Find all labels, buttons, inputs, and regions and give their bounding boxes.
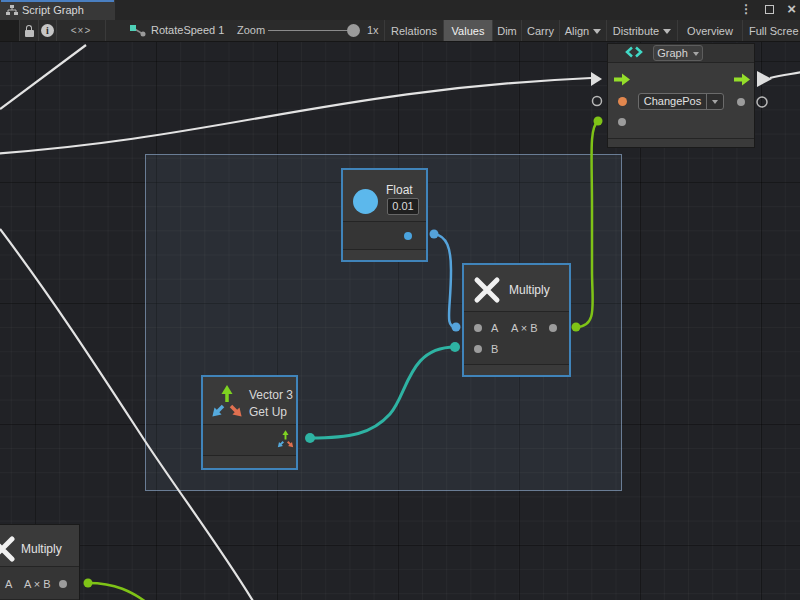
wire-cap [305, 433, 315, 443]
code-view-button[interactable]: <×> [57, 20, 106, 41]
toolbar-button-values[interactable]: Values [443, 20, 492, 41]
toolbar-button-align[interactable]: Align [559, 20, 606, 41]
toolbar-button-overview[interactable]: Overview [677, 20, 742, 41]
multiply-input-a-port[interactable] [474, 324, 482, 332]
wire-green-bottom[interactable] [88, 583, 146, 600]
vector3-output-port[interactable] [275, 429, 295, 449]
tab-active-indicator [1, 0, 114, 2]
float-icon [353, 189, 378, 214]
toolbar: i <×> RotateSpeed 1 Zoom 1x Relations Va… [0, 20, 800, 41]
wire-teal-vector3-to-multiply[interactable] [310, 347, 455, 438]
info-icon: i [41, 24, 54, 37]
node-title: Float [386, 183, 413, 197]
trigger-input-arrow[interactable] [591, 72, 602, 86]
multiply-icon [473, 276, 501, 304]
code-view-icon: <×> [71, 25, 92, 36]
node-multiply[interactable]: Multiply A A × B B [463, 264, 570, 376]
wire-blue-float-to-multiply[interactable] [434, 234, 456, 327]
zoom-value: 1x [367, 24, 379, 36]
info-button[interactable]: i [39, 20, 57, 41]
chevron-down-icon [693, 52, 699, 56]
wire-cap [594, 117, 603, 126]
zoom-slider-track[interactable] [268, 30, 352, 31]
value-output-ring[interactable] [757, 97, 767, 107]
value-input-ring[interactable] [593, 97, 602, 106]
node-multiply-partial[interactable]: Multiply A A × B [0, 524, 80, 600]
toolbar-corner [0, 20, 20, 41]
graph-canvas[interactable]: Float 0.01 Multiply A A × B B [0, 41, 800, 600]
wire-white-to-changepos[interactable] [0, 78, 591, 154]
more-options-icon[interactable]: ⋮ [740, 2, 752, 16]
close-icon[interactable]: × [787, 2, 796, 16]
wire-cap [450, 342, 460, 352]
port-label-b: B [491, 343, 498, 355]
vector3-icon [208, 382, 246, 422]
chevron-down-icon [663, 29, 671, 34]
node-title: Vector 3 [249, 388, 293, 402]
wire-cap [452, 323, 461, 332]
node-changepos-unit[interactable]: Graph ChangePos [607, 43, 755, 148]
toolbar-button-carry[interactable]: Carry [521, 20, 559, 41]
node-float[interactable]: Float 0.01 [342, 169, 427, 261]
flow-output-arrow-icon[interactable] [734, 73, 751, 86]
wire-green-multiply-to-changepos[interactable] [576, 121, 598, 327]
tab-script-graph[interactable]: Script Graph [0, 0, 115, 20]
multiply-output-port[interactable] [59, 580, 67, 588]
tab-title: Script Graph [22, 4, 84, 16]
window-controls: ⋮ × [740, 2, 796, 18]
zoom-slider-knob[interactable] [347, 24, 360, 37]
script-graph-window: Script Graph ⋮ × i <×> RotateSpeed 1 Zoo… [0, 0, 800, 600]
node-title: Multiply [21, 542, 62, 556]
wire-white-right-stub[interactable] [770, 72, 800, 78]
graph-code-icon [623, 46, 645, 58]
port-label-out: A × B [511, 322, 538, 334]
maximize-icon[interactable] [765, 5, 774, 14]
wire-white-topleft[interactable] [0, 45, 86, 109]
node-subtitle: Get Up [249, 405, 287, 419]
script-machine-icon [130, 25, 146, 37]
chevron-down-icon [593, 29, 601, 34]
wire-cap [572, 323, 581, 332]
lock-icon [25, 25, 34, 37]
macro-name-label[interactable]: RotateSpeed 1 [151, 24, 224, 36]
toolbar-button-fullscreen[interactable]: Full Scree [742, 20, 800, 41]
wire-cap [84, 579, 93, 588]
port-label-out: A × B [24, 578, 51, 590]
float-output-port[interactable] [404, 232, 412, 240]
multiply-input-b-port[interactable] [474, 345, 482, 353]
title-bar: Script Graph ⋮ × [0, 0, 800, 20]
multiply-output-port[interactable] [549, 324, 557, 332]
multiply-icon [0, 535, 16, 563]
wire-cap [430, 230, 439, 239]
port-label-a: A [491, 322, 498, 334]
changepos-input-port[interactable] [618, 97, 627, 106]
changepos-dropdown[interactable]: ChangePos [638, 93, 724, 110]
chevron-down-icon [712, 100, 718, 104]
toolbar-button-distribute[interactable]: Distribute [606, 20, 677, 41]
flow-input-arrow-icon[interactable] [614, 73, 631, 86]
float-value-input[interactable]: 0.01 [387, 198, 419, 215]
port-label-a: A [5, 578, 12, 590]
toolbar-button-dim[interactable]: Dim [492, 20, 521, 41]
graph-dropdown-button[interactable]: Graph [653, 45, 703, 61]
node-title: Multiply [509, 283, 550, 297]
trigger-output-arrow[interactable] [757, 71, 772, 87]
script-graph-icon [6, 5, 18, 16]
input-port[interactable] [618, 118, 626, 126]
output-port[interactable] [737, 98, 745, 106]
lock-button[interactable] [20, 20, 39, 41]
zoom-label: Zoom [237, 24, 265, 36]
toolbar-button-relations[interactable]: Relations [384, 20, 443, 41]
node-vector3-get-up[interactable]: Vector 3 Get Up [202, 376, 297, 469]
